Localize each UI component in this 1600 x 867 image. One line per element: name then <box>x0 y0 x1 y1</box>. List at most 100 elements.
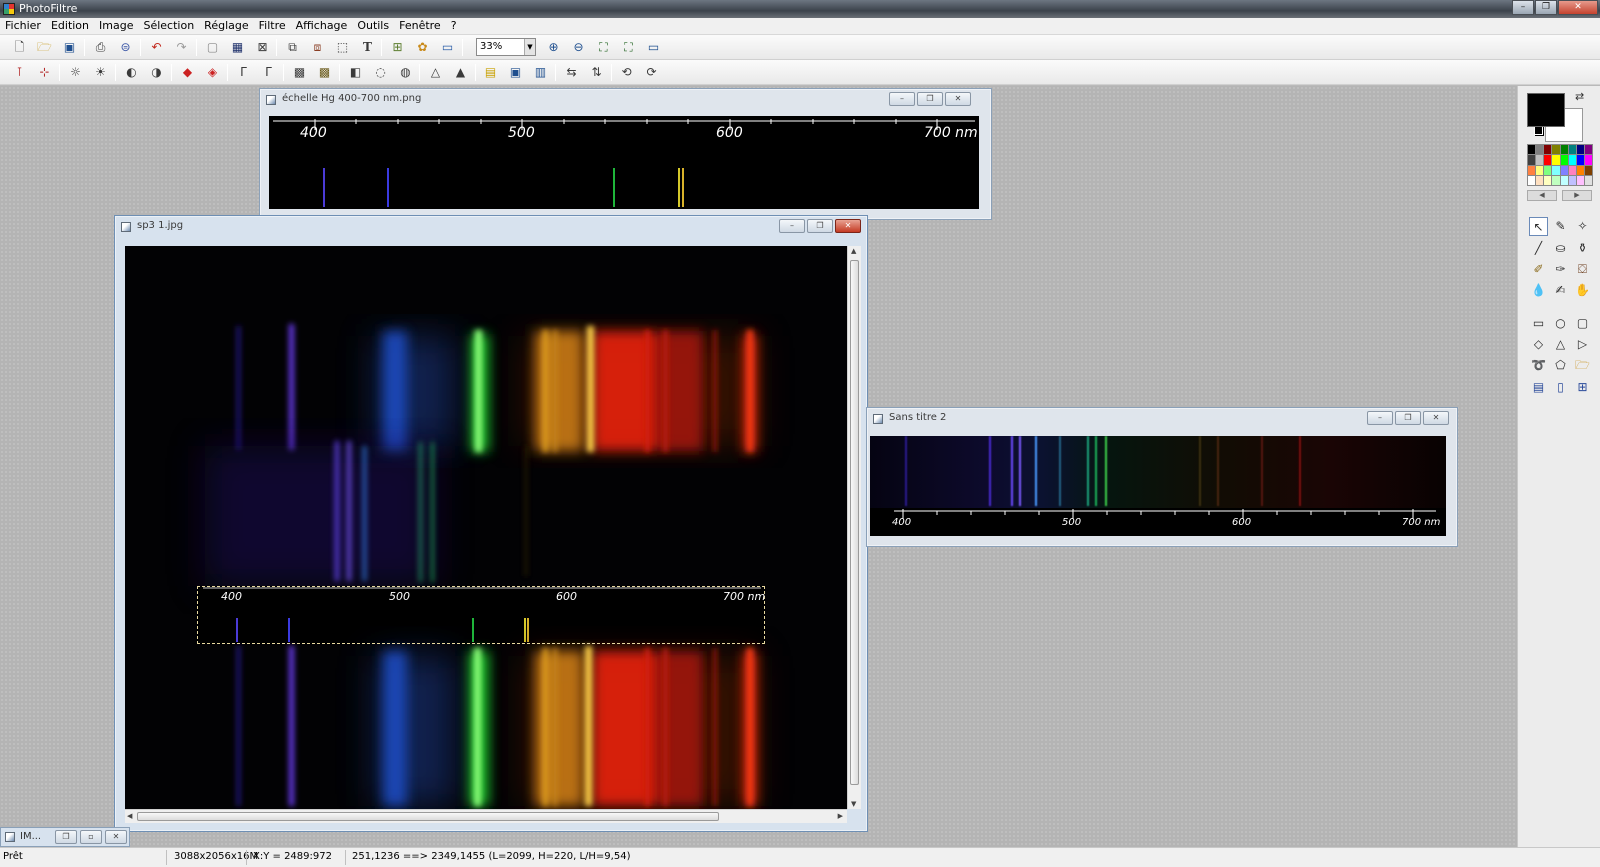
texture-icon[interactable]: ▥ <box>532 64 549 80</box>
brush-icon[interactable]: ✐ <box>1529 260 1548 279</box>
close-button[interactable]: ✕ <box>945 92 971 106</box>
horizontal-scroll-thumb[interactable] <box>137 812 719 821</box>
palette-swatch[interactable] <box>1568 145 1576 155</box>
pipette-icon[interactable]: ✎ <box>1551 217 1570 236</box>
lasso-icon[interactable]: ➰ <box>1529 356 1548 375</box>
menu-image[interactable]: Image <box>94 18 138 34</box>
zoom-select[interactable]: 33% ▼ <box>476 38 536 56</box>
grayscale-icon[interactable]: ▩ <box>291 64 308 80</box>
zoom-in-icon[interactable]: ⊕ <box>545 39 562 55</box>
app-close-button[interactable]: ✕ <box>1558 0 1598 15</box>
palette-swatch[interactable] <box>1544 155 1552 165</box>
palette-swatch[interactable] <box>1544 145 1552 155</box>
close-button[interactable]: ✕ <box>835 219 861 233</box>
fill-bucket-icon[interactable]: ⛀ <box>1551 239 1570 258</box>
paste-new-icon[interactable]: ⊠ <box>254 39 271 55</box>
palette-swatch[interactable] <box>1536 175 1544 185</box>
hand-icon[interactable]: ✋ <box>1573 281 1592 300</box>
palette-swatch[interactable] <box>1576 145 1584 155</box>
right-triangle-selection-icon[interactable]: ▷ <box>1573 335 1592 354</box>
polygon-lasso-icon[interactable]: ⬠ <box>1551 356 1570 375</box>
vertical-scrollbar[interactable]: ▲ ▼ <box>847 246 861 809</box>
minimize-button[interactable]: – <box>1367 411 1393 425</box>
magic-wand-icon[interactable]: ✧ <box>1573 217 1592 236</box>
frame-icon[interactable]: ▣ <box>507 64 524 80</box>
flip-horizontal-icon[interactable]: ⇆ <box>563 64 580 80</box>
palette-swatch[interactable] <box>1584 155 1592 165</box>
vertical-scroll-thumb[interactable] <box>850 260 859 785</box>
scan-icon[interactable]: ⊜ <box>117 39 134 55</box>
column-selection-icon[interactable]: ▯ <box>1551 378 1570 397</box>
sharpen-more-icon[interactable]: ▲ <box>452 64 469 80</box>
chevron-down-icon[interactable]: ▼ <box>524 39 535 55</box>
copy-icon[interactable]: ▢ <box>204 39 221 55</box>
image-size-icon[interactable]: ⧉ <box>284 39 301 55</box>
rotate-right-icon[interactable]: ⟳ <box>643 64 660 80</box>
palette-swatch[interactable] <box>1568 165 1576 175</box>
menu-filtre[interactable]: Filtre <box>254 18 291 34</box>
menu-fenetre[interactable]: Fenêtre <box>394 18 446 34</box>
close-button[interactable]: ✕ <box>105 830 127 844</box>
menu-reglage[interactable]: Réglage <box>199 18 253 34</box>
stamp-icon[interactable]: ⛋ <box>1573 260 1592 279</box>
triangle-selection-icon[interactable]: △ <box>1551 335 1570 354</box>
menu-affichage[interactable]: Affichage <box>291 18 353 34</box>
palette-swatch[interactable] <box>1576 175 1584 185</box>
image-canvas[interactable]: 400 500 600 700 nm <box>269 116 979 209</box>
window-icon[interactable]: ▭ <box>439 39 456 55</box>
palette-swatch[interactable] <box>1552 165 1560 175</box>
selection-arrow-icon[interactable]: ↖ <box>1529 217 1548 236</box>
palette-swatch[interactable] <box>1528 165 1536 175</box>
scroll-down-icon[interactable]: ▼ <box>851 800 856 808</box>
palette-swatch[interactable] <box>1528 175 1536 185</box>
spray-icon[interactable]: ⚱ <box>1573 239 1592 258</box>
maximize-button[interactable]: ▫ <box>80 830 102 844</box>
menu-outils[interactable]: Outils <box>352 18 394 34</box>
foreground-color-swatch[interactable] <box>1527 93 1565 127</box>
app-maximize-button[interactable]: ❐ <box>1535 0 1557 15</box>
palette-prev-icon[interactable]: ◀ <box>1527 190 1557 201</box>
blur-drop-icon[interactable]: 💧 <box>1529 281 1548 300</box>
saturation-minus-icon[interactable]: ◆ <box>179 64 196 80</box>
fullscreen-icon[interactable]: ▭ <box>645 39 662 55</box>
plugins-icon[interactable]: ✿ <box>414 39 431 55</box>
scroll-right-icon[interactable]: ▶ <box>838 812 843 820</box>
image-canvas[interactable]: 400 500 600 700 nm <box>870 436 1446 536</box>
menu-edition[interactable]: Edition <box>46 18 94 34</box>
palette-next-icon[interactable]: ▶ <box>1562 190 1592 201</box>
palette-swatch[interactable] <box>1536 165 1544 175</box>
palette-swatch[interactable] <box>1560 165 1568 175</box>
open-shape-icon[interactable]: 🗁 <box>1573 356 1592 375</box>
horizontal-scrollbar[interactable]: ◀ ▶ <box>125 809 847 823</box>
sharpen-icon[interactable]: △ <box>427 64 444 80</box>
palette-swatch[interactable] <box>1544 165 1552 175</box>
palette-swatch[interactable] <box>1560 155 1568 165</box>
actual-size-icon[interactable]: ⛶ <box>595 39 612 55</box>
canvas-size-icon[interactable]: ⧈ <box>309 39 326 55</box>
menu-fichier[interactable]: Fichier <box>0 18 46 34</box>
palette-swatch[interactable] <box>1584 165 1592 175</box>
grid-selection-icon[interactable]: ⊞ <box>1573 378 1592 397</box>
palette-swatch[interactable] <box>1560 175 1568 185</box>
new-file-icon[interactable]: 🗋 <box>11 39 28 55</box>
text-tool-icon[interactable]: T <box>359 39 376 55</box>
undo-icon[interactable]: ↶ <box>148 39 165 55</box>
paste-icon[interactable]: ▦ <box>229 39 246 55</box>
maximize-button[interactable]: ❐ <box>807 219 833 233</box>
palette-swatch[interactable] <box>1576 165 1584 175</box>
swap-colors-icon[interactable]: ⇄ <box>1575 90 1584 103</box>
auto-levels-icon[interactable]: ⊺ <box>11 64 28 80</box>
line-tool-icon[interactable]: ╱ <box>1529 239 1548 258</box>
select-all-icon[interactable]: ▤ <box>1529 378 1548 397</box>
sepia-icon[interactable]: ▩ <box>316 64 333 80</box>
minimize-button[interactable]: – <box>889 92 915 106</box>
print-icon[interactable]: ⎙ <box>92 39 109 55</box>
gradient-icon[interactable]: ▤ <box>482 64 499 80</box>
saturation-plus-icon[interactable]: ◈ <box>204 64 221 80</box>
palette-swatch[interactable] <box>1568 155 1576 165</box>
brightness-plus-icon[interactable]: ☀ <box>92 64 109 80</box>
ellipse-selection-icon[interactable]: ○ <box>1551 314 1570 333</box>
palette-swatch[interactable] <box>1584 145 1592 155</box>
fit-window-icon[interactable]: ⛶ <box>620 39 637 55</box>
minimize-button[interactable]: – <box>779 219 805 233</box>
